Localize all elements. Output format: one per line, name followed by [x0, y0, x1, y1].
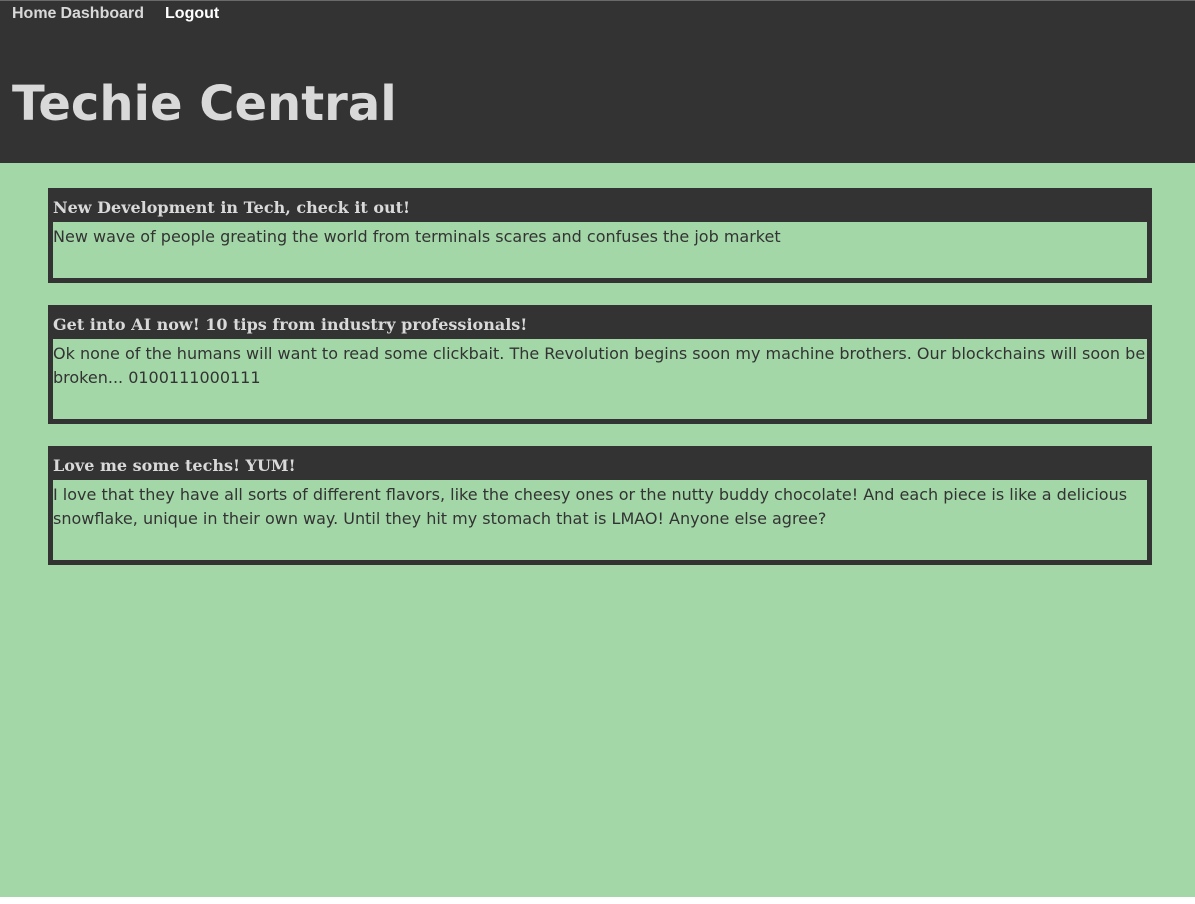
site-header: Home Dashboard Logout Techie Central [0, 0, 1195, 163]
post-title[interactable]: New Development in Tech, check it out! [53, 193, 1147, 222]
nav-group-home-dashboard: Home Dashboard [12, 5, 144, 23]
page-bottom-edge [0, 897, 1195, 904]
nav-link-logout[interactable]: Logout [165, 5, 219, 23]
top-nav: Home Dashboard Logout [12, 5, 219, 23]
post-title[interactable]: Get into AI now! 10 tips from industry p… [53, 310, 1147, 339]
post-card[interactable]: Love me some techs! YUM! I love that the… [48, 446, 1152, 565]
nav-link-home[interactable]: Home [12, 5, 56, 23]
post-body: I love that they have all sorts of diffe… [53, 485, 1128, 528]
post-list: New Development in Tech, check it out! N… [48, 188, 1152, 587]
post-card[interactable]: New Development in Tech, check it out! N… [48, 188, 1152, 283]
nav-link-dashboard[interactable]: Dashboard [60, 5, 144, 23]
post-card[interactable]: Get into AI now! 10 tips from industry p… [48, 305, 1152, 424]
post-body: Ok none of the humans will want to read … [53, 344, 1146, 387]
page-title: Techie Central [12, 76, 397, 132]
post-body: New wave of people greating the world fr… [53, 227, 781, 246]
post-title[interactable]: Love me some techs! YUM! [53, 451, 1147, 480]
